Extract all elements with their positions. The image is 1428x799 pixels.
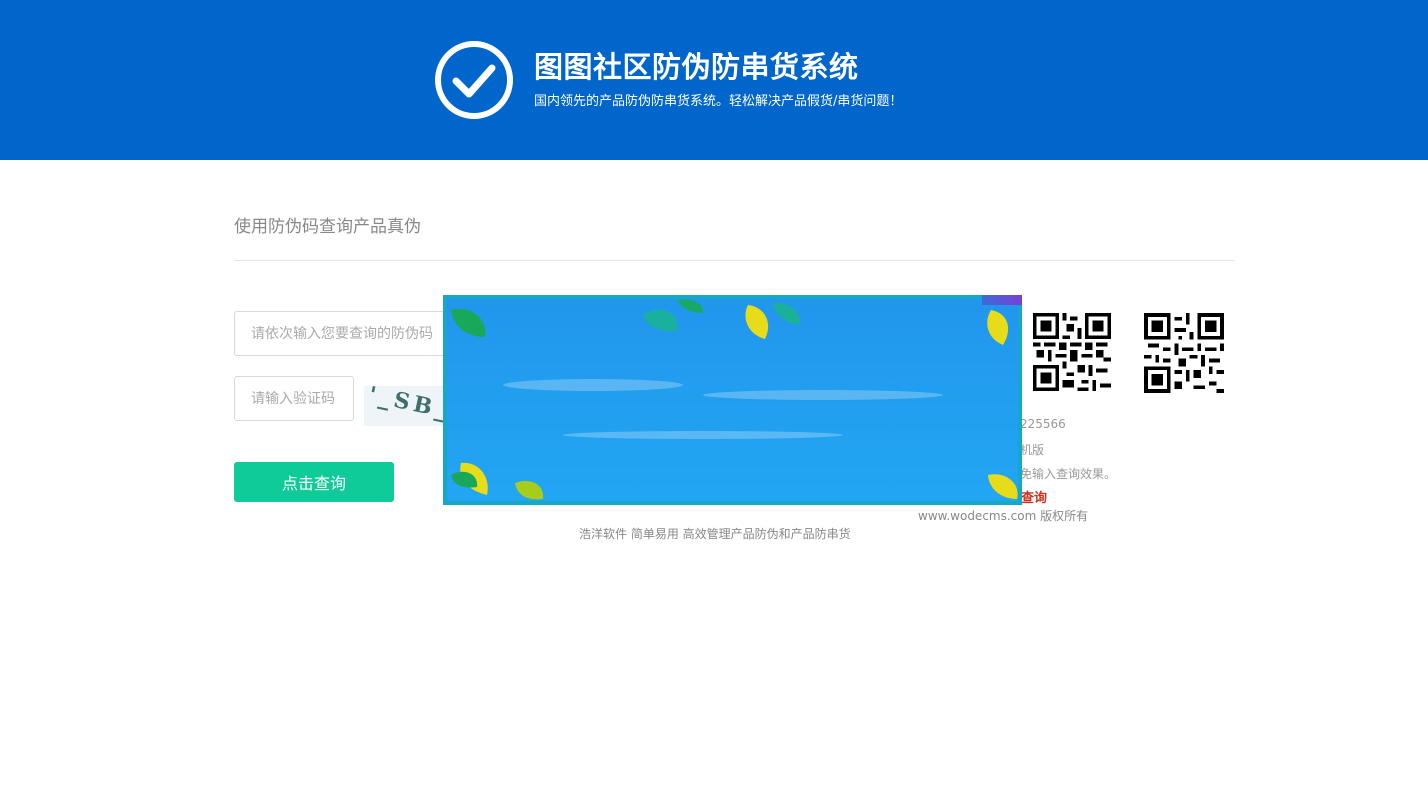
copyright-text: www.wodecms.com 版权所有	[918, 509, 1089, 523]
query-link[interactable]: 查询	[1021, 487, 1047, 506]
site-header: 图图社区防伪防串货系统 国内领先的产品防伪防串货系统。轻松解决产品假货/串货问题…	[0, 0, 1428, 160]
site-title: 图图社区防伪防串货系统	[534, 50, 859, 84]
qr-code-icon	[1033, 313, 1111, 391]
check-circle-icon	[435, 41, 513, 119]
leaf-decoration-icon	[451, 299, 1018, 500]
qr-code-icon	[1144, 313, 1224, 393]
mobile-version-text: 机版	[1020, 443, 1045, 457]
query-button[interactable]: 点击查询	[234, 462, 394, 502]
captcha-text: '_SB_	[366, 386, 454, 425]
site-subtitle: 国内领先的产品防伪防串货系统。轻松解决产品假货/串货问题！	[534, 94, 903, 109]
popup-banner[interactable]	[443, 295, 1022, 505]
section-title: 使用防伪码查询产品真伪	[234, 217, 421, 237]
divider	[234, 260, 1234, 261]
hint-text: 免输入查询效果。	[1020, 467, 1117, 481]
contact-phone: 225566	[1020, 417, 1066, 431]
footer-slogan: 浩洋软件 简单易用 高效管理产品防伪和产品防串货	[579, 527, 851, 541]
verify-code-input[interactable]	[234, 376, 354, 421]
